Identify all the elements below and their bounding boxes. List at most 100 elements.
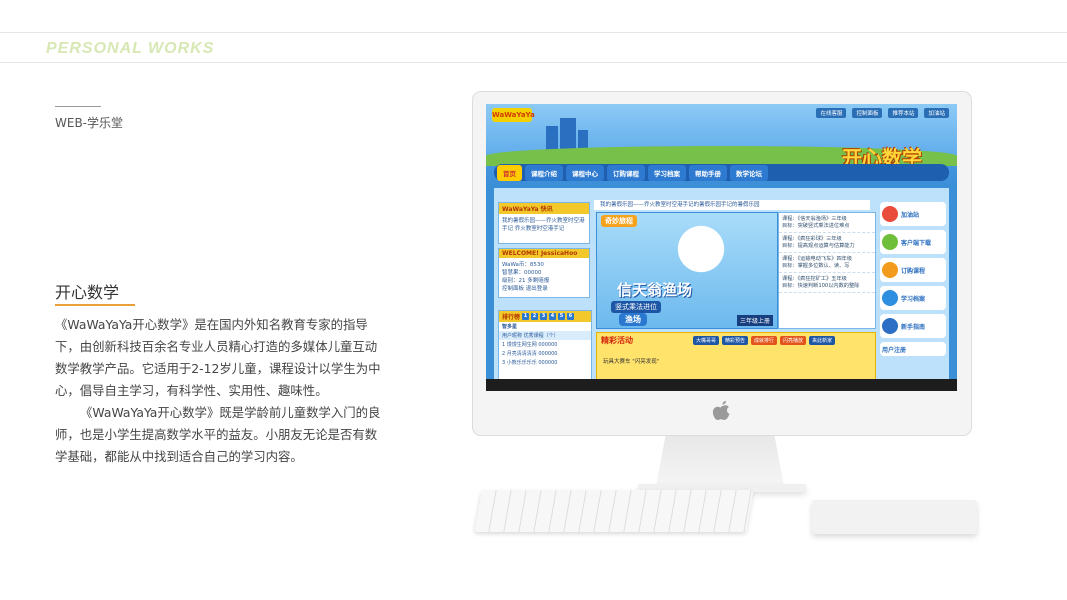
section-label: WEB-学乐堂 [55,116,124,130]
feature-tag: 奇妙旅程 [601,215,637,227]
rank-row: 1 馒馒生网生网 000000 [502,342,558,348]
rank-title: 排行榜 [502,314,521,321]
rank-row: 2 月亮清清清清 000000 [502,351,558,357]
site-header: WaWaYaYa 在线客服 控制面板 推荐本站 加油站 开心数学 首页 课程介绍… [486,104,957,184]
right-button-label: 用户注册 [882,346,907,354]
activity-tab[interactable]: 精彩预告 [722,336,749,345]
right-button-label: 学习档案 [901,295,926,303]
right-button-label: 客户端下载 [901,239,932,247]
welcome-line: 级别：21 多剩赔报 [502,278,550,284]
site-nav: 首页 课程介绍 课程中心 订购课程 学习档案 帮助手册 数学论坛 [494,164,949,181]
activity-box: 精彩活动 大嘴哥哥 精彩预告 成就排行 闪亮播放 来此新家 玩具大赛车 "闪亮发… [596,332,876,379]
activity-tab[interactable]: 闪亮播放 [780,336,807,345]
keyboard [474,490,754,532]
order-icon [882,262,898,278]
title-underline [55,304,135,306]
building-graphic [560,118,576,152]
activity-tab[interactable]: 来此新家 [809,336,836,345]
trackpad [812,500,977,534]
course-goal: 目标：快速判断100以内数的整除 [782,283,860,289]
news-text[interactable]: 我的暑假乐园——乔火教室时空港手记 乔火教室时空港手记 [502,216,586,232]
header-divider [0,62,1067,63]
section-rule [55,106,101,107]
rank-head: 排行榜 1 2 3 4 5 6 [499,311,591,322]
course-item[interactable]: 课程：《疯狂彩球》三年级 目标：提高观点运算与估算能力 [779,233,875,253]
rank-columns: 用户昵称 优秀课程（个） [499,331,591,340]
record-icon [882,290,898,306]
feature-subtitle-2: 渔场 [619,313,647,326]
nav-item[interactable]: 学习档案 [648,164,686,181]
rank-tab[interactable]: 5 [558,313,566,320]
site-toplinks: 在线客服 控制面板 推荐本站 加油站 [816,108,949,118]
nav-home[interactable]: 首页 [497,164,522,181]
nav-item[interactable]: 订购课程 [607,164,645,181]
description-paragraph-1: 《WaWaYaYa开心数学》是在国内外知名教育专家的指导下，由创新科技百余名专业… [55,317,381,398]
activity-item[interactable]: 玩具大赛车 "闪亮发现" [603,357,659,365]
course-name: 课程：《疯狂彩球》三年级 [782,236,842,242]
rank-box: 排行榜 1 2 3 4 5 6 智多星 用户昵称 优秀课程（个） 1 馒馒生网生… [498,310,592,379]
website-screenshot: WaWaYaYa 在线客服 控制面板 推荐本站 加油站 开心数学 首页 课程介绍… [486,104,957,379]
fuel-station-button[interactable]: 加油站 [880,202,946,226]
site-right-column: 加油站 客户端下载 订购课程 学习档案 新手指南 用户注册 [880,202,946,360]
rank-tab[interactable]: 6 [567,313,575,320]
welcome-line[interactable]: 控制面板 退出登录 [502,284,586,292]
toplink[interactable]: 控制面板 [852,108,883,118]
nav-item[interactable]: 数学论坛 [730,164,768,181]
right-button-label: 新手指南 [901,323,926,331]
course-name: 课程：《疯狂挖矿工》五年级 [782,276,847,282]
toplink[interactable]: 推荐本站 [888,108,919,118]
rank-tab[interactable]: 4 [549,313,557,320]
site-left-column: WaWaYaYa 快讯 我的暑假乐园——乔火教室时空港手记 乔火教室时空港手记 … [498,202,590,302]
order-course-button[interactable]: 订购课程 [880,258,946,282]
study-record-button[interactable]: 学习档案 [880,286,946,310]
site-notice: 我的暑假乐园——乔火教室时空港手记的暑假乐园手记的暑假乐园 [594,200,870,210]
fuel-icon [882,206,898,222]
rank-tab[interactable]: 3 [540,313,548,320]
course-goal: 目标：突破竖式乘法进位难点 [782,223,850,229]
news-head: WaWaYaYa 快讯 [499,203,589,214]
rank-tab[interactable]: 2 [531,313,539,320]
guide-icon [882,318,898,334]
client-download-button[interactable]: 客户端下载 [880,230,946,254]
activity-tab[interactable]: 成就排行 [751,336,778,345]
beginner-guide-button[interactable]: 新手指南 [880,314,946,338]
course-list: 课程：《信天翁渔场》三年级 目标：突破竖式乘法进位难点 课程：《疯狂彩球》三年级目… [778,212,876,329]
rank-tab[interactable]: 1 [522,313,530,320]
nav-item[interactable]: 课程介绍 [525,164,563,181]
course-item[interactable]: 课程：《运输电动飞车》四年级 目标：掌握多位数认、读、写 [779,253,875,273]
welcome-line: 智慧果：00000 [502,270,542,276]
welcome-box: WELCOME! JessicaHoo WaWa币：8530 智慧果：00000… [498,248,590,298]
course-item[interactable]: 课程：《信天翁渔场》三年级 目标：突破竖式乘法进位难点 [779,213,875,233]
right-button-label: 加油站 [901,211,920,219]
seagull-illustration [677,225,737,285]
feature-banner[interactable]: 奇妙旅程 信天翁渔场 竖式乘法进位 渔场 三年级上册 [596,212,778,329]
course-goal: 目标：掌握多位数认、读、写 [782,263,850,269]
brand-title: PERSONAL WORKS [46,40,215,57]
nav-item[interactable]: 课程中心 [566,164,604,181]
apple-logo-icon [712,401,730,420]
project-description: 《WaWaYaYa开心数学》是在国内外知名教育专家的指导下，由创新科技百余名专业… [55,314,385,468]
site-logo[interactable]: WaWaYaYa [492,108,535,122]
right-button-label: 订购课程 [901,267,926,275]
project-title: 开心数学 [55,283,120,302]
course-name: 课程：《运输电动飞车》四年级 [782,256,853,262]
activity-tabs: 大嘴哥哥 精彩预告 成就排行 闪亮播放 来此新家 [693,336,836,345]
register-button[interactable]: 用户注册 [880,342,946,356]
feature-title: 信天翁渔场 [617,281,693,299]
description-paragraph-2: 《WaWaYaYa开心数学》既是学龄前儿童数学入门的良师，也是小学生提高数学水平… [55,405,381,464]
course-name: 课程：《信天翁渔场》三年级 [782,216,847,222]
toplink[interactable]: 在线客服 [816,108,847,118]
activity-tab[interactable]: 大嘴哥哥 [693,336,720,345]
welcome-line: WaWa币：8530 [502,262,544,268]
course-item[interactable]: 课程：《疯狂挖矿工》五年级 目标：快速判断100以内数的整除 [779,273,875,293]
rank-subtitle: 智多星 [502,324,518,330]
rank-row: 3 小熊乐乐乐乐 000000 [502,360,558,366]
feature-subtitle: 竖式乘法进位 [611,301,661,313]
activity-title: 精彩活动 [601,336,633,345]
toplink[interactable]: 加油站 [924,108,949,118]
nav-item[interactable]: 帮助手册 [689,164,727,181]
top-divider [0,32,1067,33]
grade-badge: 三年级上册 [736,315,773,326]
download-icon [882,234,898,250]
news-box: WaWaYaYa 快讯 我的暑假乐园——乔火教室时空港手记 乔火教室时空港手记 [498,202,590,244]
